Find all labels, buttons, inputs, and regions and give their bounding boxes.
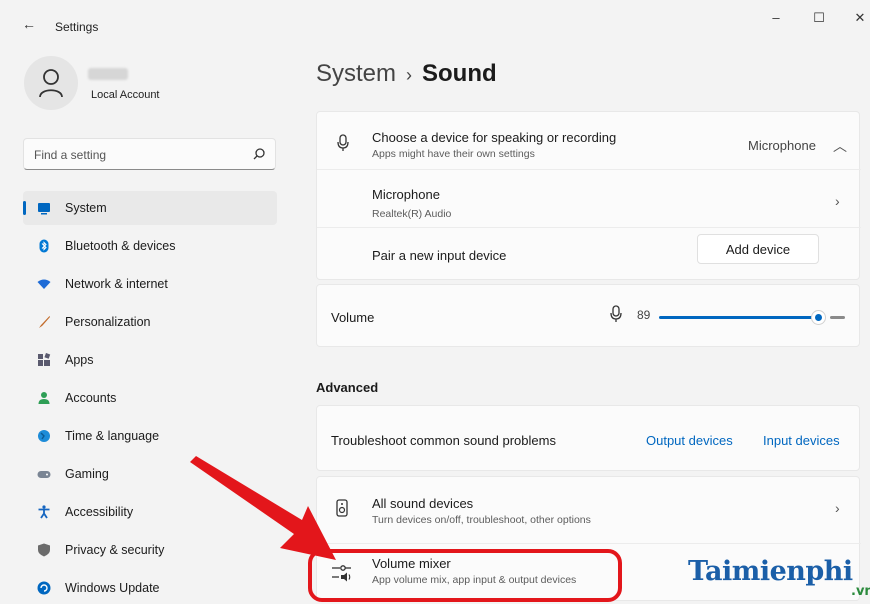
troubleshoot-card: Troubleshoot common sound problems Outpu… xyxy=(316,405,860,471)
sidebar-item-label: Gaming xyxy=(65,467,109,481)
all-sound-devices-row[interactable]: All sound devices Turn devices on/off, t… xyxy=(317,477,861,541)
input-devices-link[interactable]: Input devices xyxy=(763,433,840,448)
page-title: Sound xyxy=(422,60,497,87)
sidebar-item-accessibility[interactable]: Accessibility xyxy=(23,495,277,529)
selected-input-device: Microphone xyxy=(748,138,816,153)
volume-label: Volume xyxy=(331,310,375,325)
globe-clock-icon xyxy=(38,430,50,442)
minimize-button[interactable]: – xyxy=(766,10,786,25)
chevron-right-icon: › xyxy=(835,500,840,516)
search-input[interactable]: Find a setting xyxy=(23,138,276,170)
selected-indicator xyxy=(23,201,26,215)
volume-mixer-highlight-box xyxy=(308,549,622,602)
input-header-title: Choose a device for speaking or recordin… xyxy=(372,130,617,145)
account-name-blurred xyxy=(88,68,128,80)
microphone-device-row[interactable]: Microphone Realtek(R) Audio › xyxy=(317,170,861,226)
apps-icon xyxy=(38,353,51,366)
search-placeholder: Find a setting xyxy=(34,148,107,162)
sidebar-item-label: Apps xyxy=(65,353,94,367)
sidebar-item-network[interactable]: Network & internet xyxy=(23,267,277,301)
sidebar-item-label: Network & internet xyxy=(65,277,168,291)
sidebar-item-apps[interactable]: Apps xyxy=(23,343,277,377)
maximize-button[interactable]: ☐ xyxy=(809,10,829,26)
all-sound-devices-subtitle: Turn devices on/off, troubleshoot, other… xyxy=(372,514,591,526)
sidebar-item-label: Windows Update xyxy=(65,581,160,595)
all-sound-devices-title: All sound devices xyxy=(372,496,474,511)
person-icon xyxy=(38,392,50,404)
person-icon xyxy=(39,69,63,98)
avatar[interactable] xyxy=(24,56,78,110)
device-subtitle: Realtek(R) Audio xyxy=(372,208,452,220)
watermark-logo: Taimienphi xyxy=(688,556,853,587)
shield-icon xyxy=(38,543,50,557)
gamepad-icon xyxy=(37,471,51,478)
input-device-header[interactable]: Choose a device for speaking or recordin… xyxy=(317,112,861,168)
breadcrumb: System › Sound xyxy=(316,60,497,88)
volume-slider-fill[interactable] xyxy=(659,316,819,319)
chevron-up-icon[interactable]: ︿ xyxy=(833,136,847,156)
speaker-icon xyxy=(336,499,348,517)
search-icon xyxy=(253,148,265,160)
sidebar-item-bluetooth[interactable]: Bluetooth & devices xyxy=(23,229,277,263)
sidebar-item-label: System xyxy=(65,201,107,215)
sidebar-item-personalization[interactable]: Personalization xyxy=(23,305,277,339)
input-card: Choose a device for speaking or recordin… xyxy=(316,111,861,280)
sidebar-item-label: Accessibility xyxy=(65,505,134,519)
close-button[interactable]: ✕ xyxy=(850,10,870,26)
sidebar-item-label: Time & language xyxy=(65,429,160,443)
advanced-section-label: Advanced xyxy=(316,380,379,395)
sidebar-item-time-language[interactable]: Time & language xyxy=(23,419,277,453)
sidebar-item-system[interactable]: System xyxy=(23,191,277,225)
brush-icon xyxy=(39,316,50,328)
volume-card: Volume 89 xyxy=(316,284,860,347)
app-title: Settings xyxy=(55,20,99,34)
breadcrumb-parent[interactable]: System xyxy=(316,60,396,87)
bluetooth-icon xyxy=(39,239,49,253)
sidebar-item-label: Accounts xyxy=(65,391,117,405)
microphone-icon xyxy=(337,134,349,151)
update-icon xyxy=(37,581,51,595)
troubleshoot-label: Troubleshoot common sound problems xyxy=(331,433,556,448)
volume-slider-thumb[interactable] xyxy=(811,310,826,325)
sidebar-item-label: Personalization xyxy=(65,315,151,329)
microphone-icon[interactable] xyxy=(610,305,622,323)
chevron-right-icon: › xyxy=(835,193,840,209)
output-devices-link[interactable]: Output devices xyxy=(646,433,733,448)
input-header-subtitle: Apps might have their own settings xyxy=(372,148,535,160)
account-type: Local Account xyxy=(91,89,160,101)
breadcrumb-separator: › xyxy=(406,65,413,85)
accessibility-icon xyxy=(38,505,50,519)
volume-slider-rest[interactable] xyxy=(830,316,845,319)
watermark-suffix: .vn xyxy=(851,584,870,599)
sidebar-item-privacy[interactable]: Privacy & security xyxy=(23,533,277,567)
sidebar-item-label: Bluetooth & devices xyxy=(65,239,176,253)
title-bar: ← Settings – ☐ ✕ xyxy=(0,0,870,40)
sidebar-item-gaming[interactable]: Gaming xyxy=(23,457,277,491)
sidebar-item-accounts[interactable]: Accounts xyxy=(23,381,277,415)
device-title: Microphone xyxy=(372,187,440,202)
volume-value: 89 xyxy=(637,308,651,322)
sidebar-item-windows-update[interactable]: Windows Update xyxy=(23,571,277,604)
system-icon xyxy=(38,203,50,215)
pair-input-label: Pair a new input device xyxy=(372,248,507,263)
back-arrow-icon[interactable]: ← xyxy=(22,16,36,32)
sidebar-item-label: Privacy & security xyxy=(65,543,165,557)
pair-input-row: Pair a new input device Add device xyxy=(317,228,861,280)
wifi-icon xyxy=(37,279,51,289)
add-device-button[interactable]: Add device xyxy=(697,234,819,264)
